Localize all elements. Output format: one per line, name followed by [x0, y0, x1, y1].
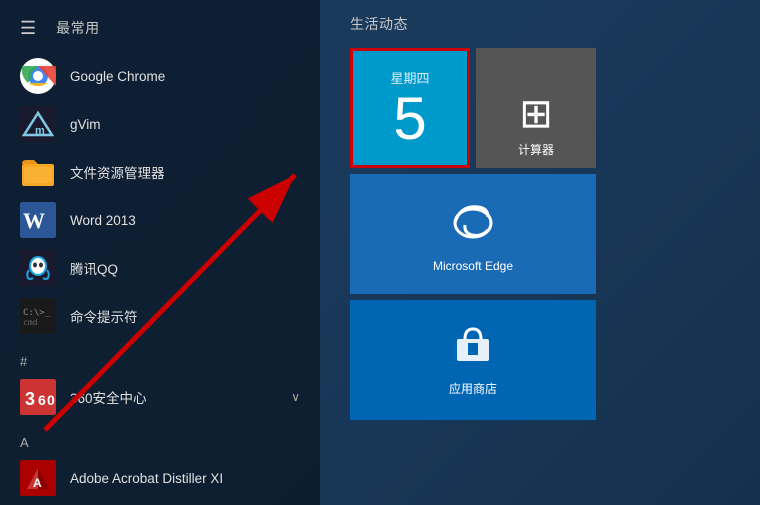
svg-text:A: A	[33, 476, 42, 490]
app-icon-qq	[20, 250, 56, 286]
alpha-header-hash: #	[0, 348, 320, 373]
svg-text:m: m	[35, 125, 45, 137]
app-icon-folder	[20, 154, 56, 190]
tiles-row-bottom: 应用商店	[350, 300, 740, 420]
svg-text:cmd: cmd	[23, 318, 38, 327]
list-item[interactable]: 文件资源管理器	[0, 148, 320, 196]
tiles-row-top: 星期四 5 ⊞ 计算器	[350, 48, 740, 168]
list-item[interactable]: W Word 2013	[0, 196, 320, 244]
tiles-grid: 星期四 5 ⊞ 计算器	[350, 48, 740, 420]
svg-text:3: 3	[25, 389, 35, 409]
list-item[interactable]: 腾讯QQ	[0, 244, 320, 292]
tile-day-label: 星期四	[390, 68, 429, 87]
tile-edge[interactable]: Microsoft Edge	[350, 174, 596, 294]
app-name: gVim	[70, 117, 101, 132]
most-used-label: 最常用	[56, 18, 100, 38]
app-icon-cmd: C:\>_ cmd	[20, 298, 56, 334]
tile-label: 计算器	[518, 141, 554, 158]
app-name: Google Chrome	[70, 69, 165, 84]
svg-text:W: W	[23, 208, 45, 233]
app-name: 360安全中心	[70, 387, 147, 407]
app-icon-360: 3 6 0	[20, 379, 56, 415]
tile-label: 应用商店	[449, 380, 497, 397]
list-item[interactable]: 3 6 0 360安全中心 ∨	[0, 373, 320, 421]
svg-text:C:\>_: C:\>_	[23, 308, 51, 318]
svg-text:0: 0	[47, 392, 55, 408]
app-name: 腾讯QQ	[70, 258, 118, 278]
expand-arrow-icon: ∨	[291, 390, 300, 404]
app-list: Google Chrome m gVim	[0, 48, 320, 505]
app-name: Adobe Acrobat Distiller XI	[70, 471, 223, 486]
right-panel: 生活动态 星期四 5 ⊞ 计算器	[320, 0, 760, 505]
tile-calculator[interactable]: ⊞ 计算器	[476, 48, 596, 168]
list-item[interactable]: A Adobe Acrobat Distiller XI	[0, 454, 320, 502]
start-menu: ☰ 最常用 Google Chrome	[0, 0, 760, 505]
app-name: 命令提示符	[70, 306, 138, 326]
app-name: Word 2013	[70, 213, 136, 228]
alpha-header-a: A	[0, 429, 320, 454]
list-item[interactable]: m gVim	[0, 100, 320, 148]
list-item[interactable]: Google Chrome	[0, 52, 320, 100]
app-icon-chrome	[20, 58, 56, 94]
calculator-icon: ⊞	[519, 91, 553, 137]
tile-store[interactable]: 应用商店	[350, 300, 596, 420]
tiles-row-middle: Microsoft Edge	[350, 174, 740, 294]
app-icon-vim: m	[20, 106, 56, 142]
hamburger-icon[interactable]: ☰	[20, 19, 36, 37]
list-item[interactable]: C:\>_ cmd 命令提示符	[0, 292, 320, 340]
store-icon	[453, 323, 493, 372]
tile-day-number: 5	[393, 89, 426, 149]
svg-text:6: 6	[38, 392, 46, 408]
header-row: ☰ 最常用	[0, 0, 320, 48]
left-panel: ☰ 最常用 Google Chrome	[0, 0, 320, 505]
app-item-left: 3 6 0 360安全中心	[20, 379, 147, 415]
edge-icon	[450, 195, 496, 251]
tile-label: Microsoft Edge	[433, 259, 513, 273]
app-name: 文件资源管理器	[70, 162, 165, 182]
tile-calendar[interactable]: 星期四 5	[350, 48, 470, 168]
app-icon-adobe: A	[20, 460, 56, 496]
app-icon-word: W	[20, 202, 56, 238]
live-section-label: 生活动态	[350, 14, 740, 34]
